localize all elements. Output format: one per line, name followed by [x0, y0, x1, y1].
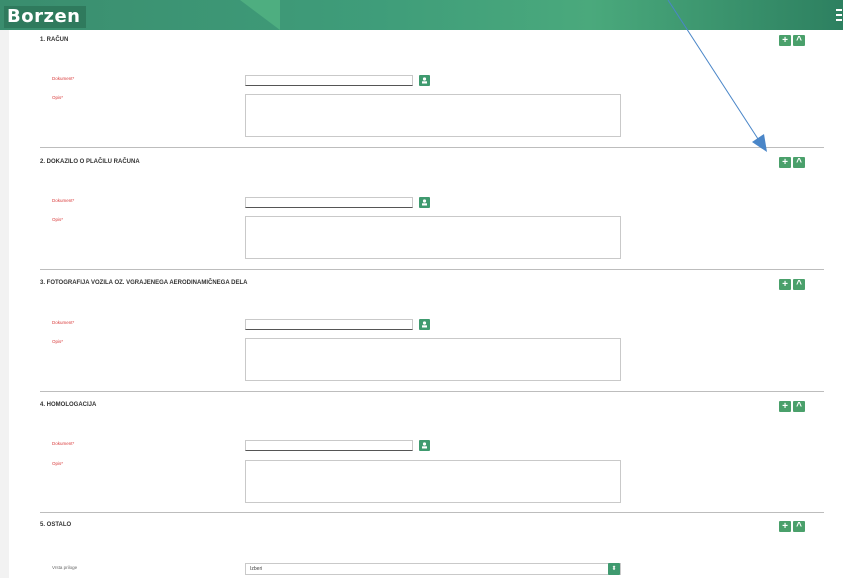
document-input[interactable] — [245, 440, 413, 451]
collapse-button[interactable]: ^ — [793, 521, 805, 532]
description-label: Opis* — [52, 217, 64, 222]
description-textarea[interactable] — [245, 460, 621, 503]
user-icon — [422, 77, 427, 84]
document-picker-button[interactable] — [419, 440, 430, 451]
left-gutter — [0, 0, 9, 578]
document-label: Dokument* — [52, 198, 75, 203]
document-label: Dokument* — [52, 320, 75, 325]
description-label: Opis* — [52, 95, 64, 100]
section-divider — [40, 147, 824, 148]
attachment-type-label: Vrsta priloge — [52, 565, 78, 570]
section-divider — [40, 391, 824, 392]
select-arrow-icon[interactable]: ⬍ — [608, 563, 620, 575]
document-input[interactable] — [245, 197, 413, 208]
section-divider — [40, 512, 824, 513]
section-title-fotografija: 3. FOTOGRAFIJA VOZILA OZ. VGRAJENEGA AER… — [40, 280, 248, 286]
description-textarea[interactable] — [245, 216, 621, 259]
document-input[interactable] — [245, 75, 413, 86]
document-picker-button[interactable] — [419, 75, 430, 86]
section-title-racun: 1. RAČUN — [40, 37, 69, 43]
add-button[interactable]: + — [779, 521, 791, 532]
collapse-button[interactable]: ^ — [793, 279, 805, 290]
borzen-logo[interactable]: Borzen — [4, 6, 87, 28]
add-button[interactable]: + — [779, 157, 791, 168]
document-label: Dokument* — [52, 441, 75, 446]
section-title-ostalo: 5. OSTALO — [40, 522, 72, 528]
section-title-dokazilo: 2. DOKAZILO O PLAČILU RAČUNA — [40, 159, 140, 165]
description-label: Opis* — [52, 339, 64, 344]
add-button[interactable]: + — [779, 401, 791, 412]
user-icon — [422, 442, 427, 449]
user-icon — [422, 321, 427, 328]
document-input[interactable] — [245, 319, 413, 330]
section-title-homologacija: 4. HOMOLOGACIJA — [40, 402, 97, 408]
description-textarea[interactable] — [245, 338, 621, 381]
attachment-type-select[interactable]: Izberi — [245, 563, 621, 575]
top-bar: Borzen — [0, 0, 843, 30]
section-divider — [40, 269, 824, 270]
collapse-button[interactable]: ^ — [793, 157, 805, 168]
document-picker-button[interactable] — [419, 197, 430, 208]
document-label: Dokument* — [52, 76, 75, 81]
add-button[interactable]: + — [779, 279, 791, 290]
add-button[interactable]: + — [779, 35, 791, 46]
document-picker-button[interactable] — [419, 319, 430, 330]
hamburger-icon[interactable] — [836, 9, 842, 21]
user-icon — [422, 199, 427, 206]
description-textarea[interactable] — [245, 94, 621, 137]
collapse-button[interactable]: ^ — [793, 401, 805, 412]
collapse-button[interactable]: ^ — [793, 35, 805, 46]
topbar-decoration — [240, 0, 280, 30]
description-label: Opis* — [52, 461, 64, 466]
